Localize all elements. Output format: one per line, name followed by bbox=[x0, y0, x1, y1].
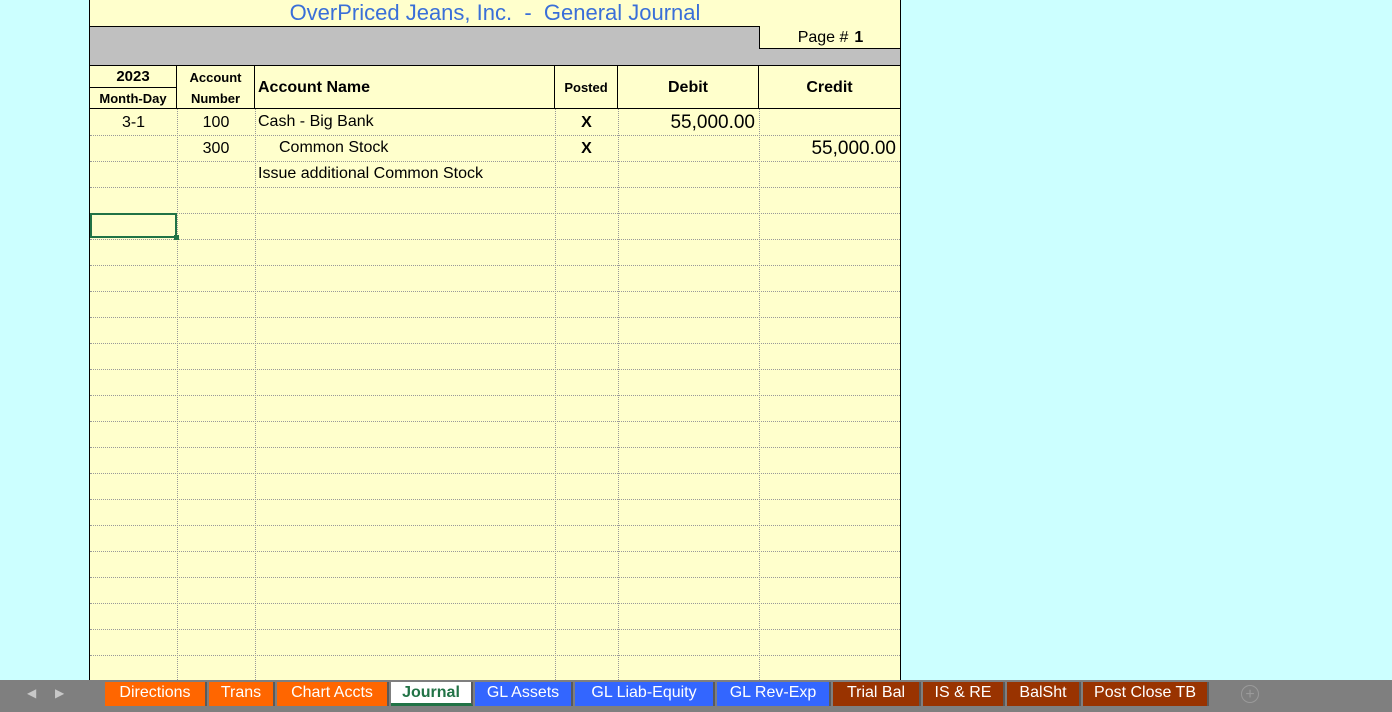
sheet-tab[interactable]: GL Rev-Exp bbox=[717, 682, 831, 706]
sheet-tab[interactable]: BalSht bbox=[1007, 682, 1081, 706]
journal-cell-date[interactable] bbox=[90, 162, 177, 188]
journal-cell-credit[interactable] bbox=[759, 162, 896, 188]
row-gridline bbox=[90, 395, 900, 396]
row-gridline bbox=[90, 447, 900, 448]
journal-cell-account[interactable]: 100 bbox=[177, 110, 255, 136]
selected-cell[interactable] bbox=[90, 213, 179, 240]
row-gridline bbox=[90, 291, 900, 292]
journal-cell-credit[interactable] bbox=[759, 110, 896, 136]
journal-cell-name[interactable]: Issue additional Common Stock bbox=[258, 161, 555, 187]
page-number: 1 bbox=[854, 29, 864, 46]
journal-cell-name[interactable]: Common Stock bbox=[279, 135, 555, 161]
account-header-bottom: Number bbox=[190, 90, 241, 106]
row-gridline bbox=[90, 577, 900, 578]
sheet-tab[interactable]: Trans bbox=[209, 682, 275, 706]
month-day-header: Month-Day bbox=[99, 91, 167, 106]
year-header: 2023 bbox=[90, 66, 177, 88]
page-number-box: Page # 1 bbox=[759, 26, 900, 49]
journal-cell-debit[interactable] bbox=[618, 162, 755, 188]
journal-cell-account[interactable] bbox=[177, 162, 255, 188]
sheet-tab-bar: ◀ ▶ Directions Trans Chart Accts Journal GL … bbox=[0, 680, 1392, 712]
account-number-header: Account Number bbox=[177, 66, 255, 109]
row-gridline bbox=[90, 343, 900, 344]
journal-cell-debit[interactable] bbox=[618, 136, 755, 162]
row-gridline bbox=[90, 265, 900, 266]
journal-cell-debit[interactable]: 55,000.00 bbox=[618, 110, 755, 136]
posted-header: Posted bbox=[555, 66, 618, 109]
row-gridline bbox=[90, 629, 900, 630]
row-gridline bbox=[90, 213, 900, 214]
sheet-tab[interactable]: GL Assets bbox=[475, 682, 573, 706]
row-gridline bbox=[90, 499, 900, 500]
credit-header: Credit bbox=[806, 78, 853, 96]
date-header: 2023 Month-Day bbox=[90, 66, 177, 109]
sheet-tab[interactable]: Journal bbox=[391, 682, 473, 706]
journal-cell-credit[interactable]: 55,000.00 bbox=[759, 136, 896, 162]
journal-cell-account[interactable]: 300 bbox=[177, 136, 255, 162]
row-gridline bbox=[90, 525, 900, 526]
row-gridline bbox=[90, 317, 900, 318]
scroll-right-icon[interactable]: ▶ bbox=[55, 686, 64, 700]
journal-title: OverPriced Jeans, Inc. - General Journal bbox=[289, 0, 701, 25]
row-gridline bbox=[90, 551, 900, 552]
page-label: Page # bbox=[797, 29, 849, 46]
sheet-tab[interactable]: Post Close TB bbox=[1083, 682, 1209, 706]
sheet-tab[interactable]: Directions bbox=[105, 682, 207, 706]
journal-cell-posted[interactable]: X bbox=[555, 110, 618, 136]
sheet-tab[interactable]: Chart Accts bbox=[277, 682, 389, 706]
sheet-tab[interactable]: IS & RE bbox=[923, 682, 1005, 706]
row-gridline bbox=[90, 239, 900, 240]
row-gridline bbox=[90, 369, 900, 370]
journal-cell-posted[interactable]: X bbox=[555, 136, 618, 162]
journal-cell-posted[interactable] bbox=[555, 162, 618, 188]
journal-cell-date[interactable]: 3-1 bbox=[90, 110, 177, 136]
account-name-header: Account Name bbox=[255, 66, 555, 109]
add-sheet-icon[interactable]: + bbox=[1241, 685, 1259, 703]
journal-cell-name[interactable]: Cash - Big Bank bbox=[258, 109, 555, 135]
sheet-tab[interactable]: GL Liab-Equity bbox=[575, 682, 715, 706]
scroll-left-icon[interactable]: ◀ bbox=[27, 686, 36, 700]
journal-sheet: OverPriced Jeans, Inc. - General Journal… bbox=[89, 0, 901, 680]
sheet-tab[interactable]: Trial Bal bbox=[833, 682, 921, 706]
debit-header: Debit bbox=[618, 66, 759, 109]
row-gridline bbox=[90, 603, 900, 604]
account-header-top: Account bbox=[189, 69, 242, 85]
row-gridline bbox=[90, 421, 900, 422]
journal-cell-date[interactable] bbox=[90, 136, 177, 162]
row-gridline bbox=[90, 473, 900, 474]
row-gridline bbox=[90, 655, 900, 656]
